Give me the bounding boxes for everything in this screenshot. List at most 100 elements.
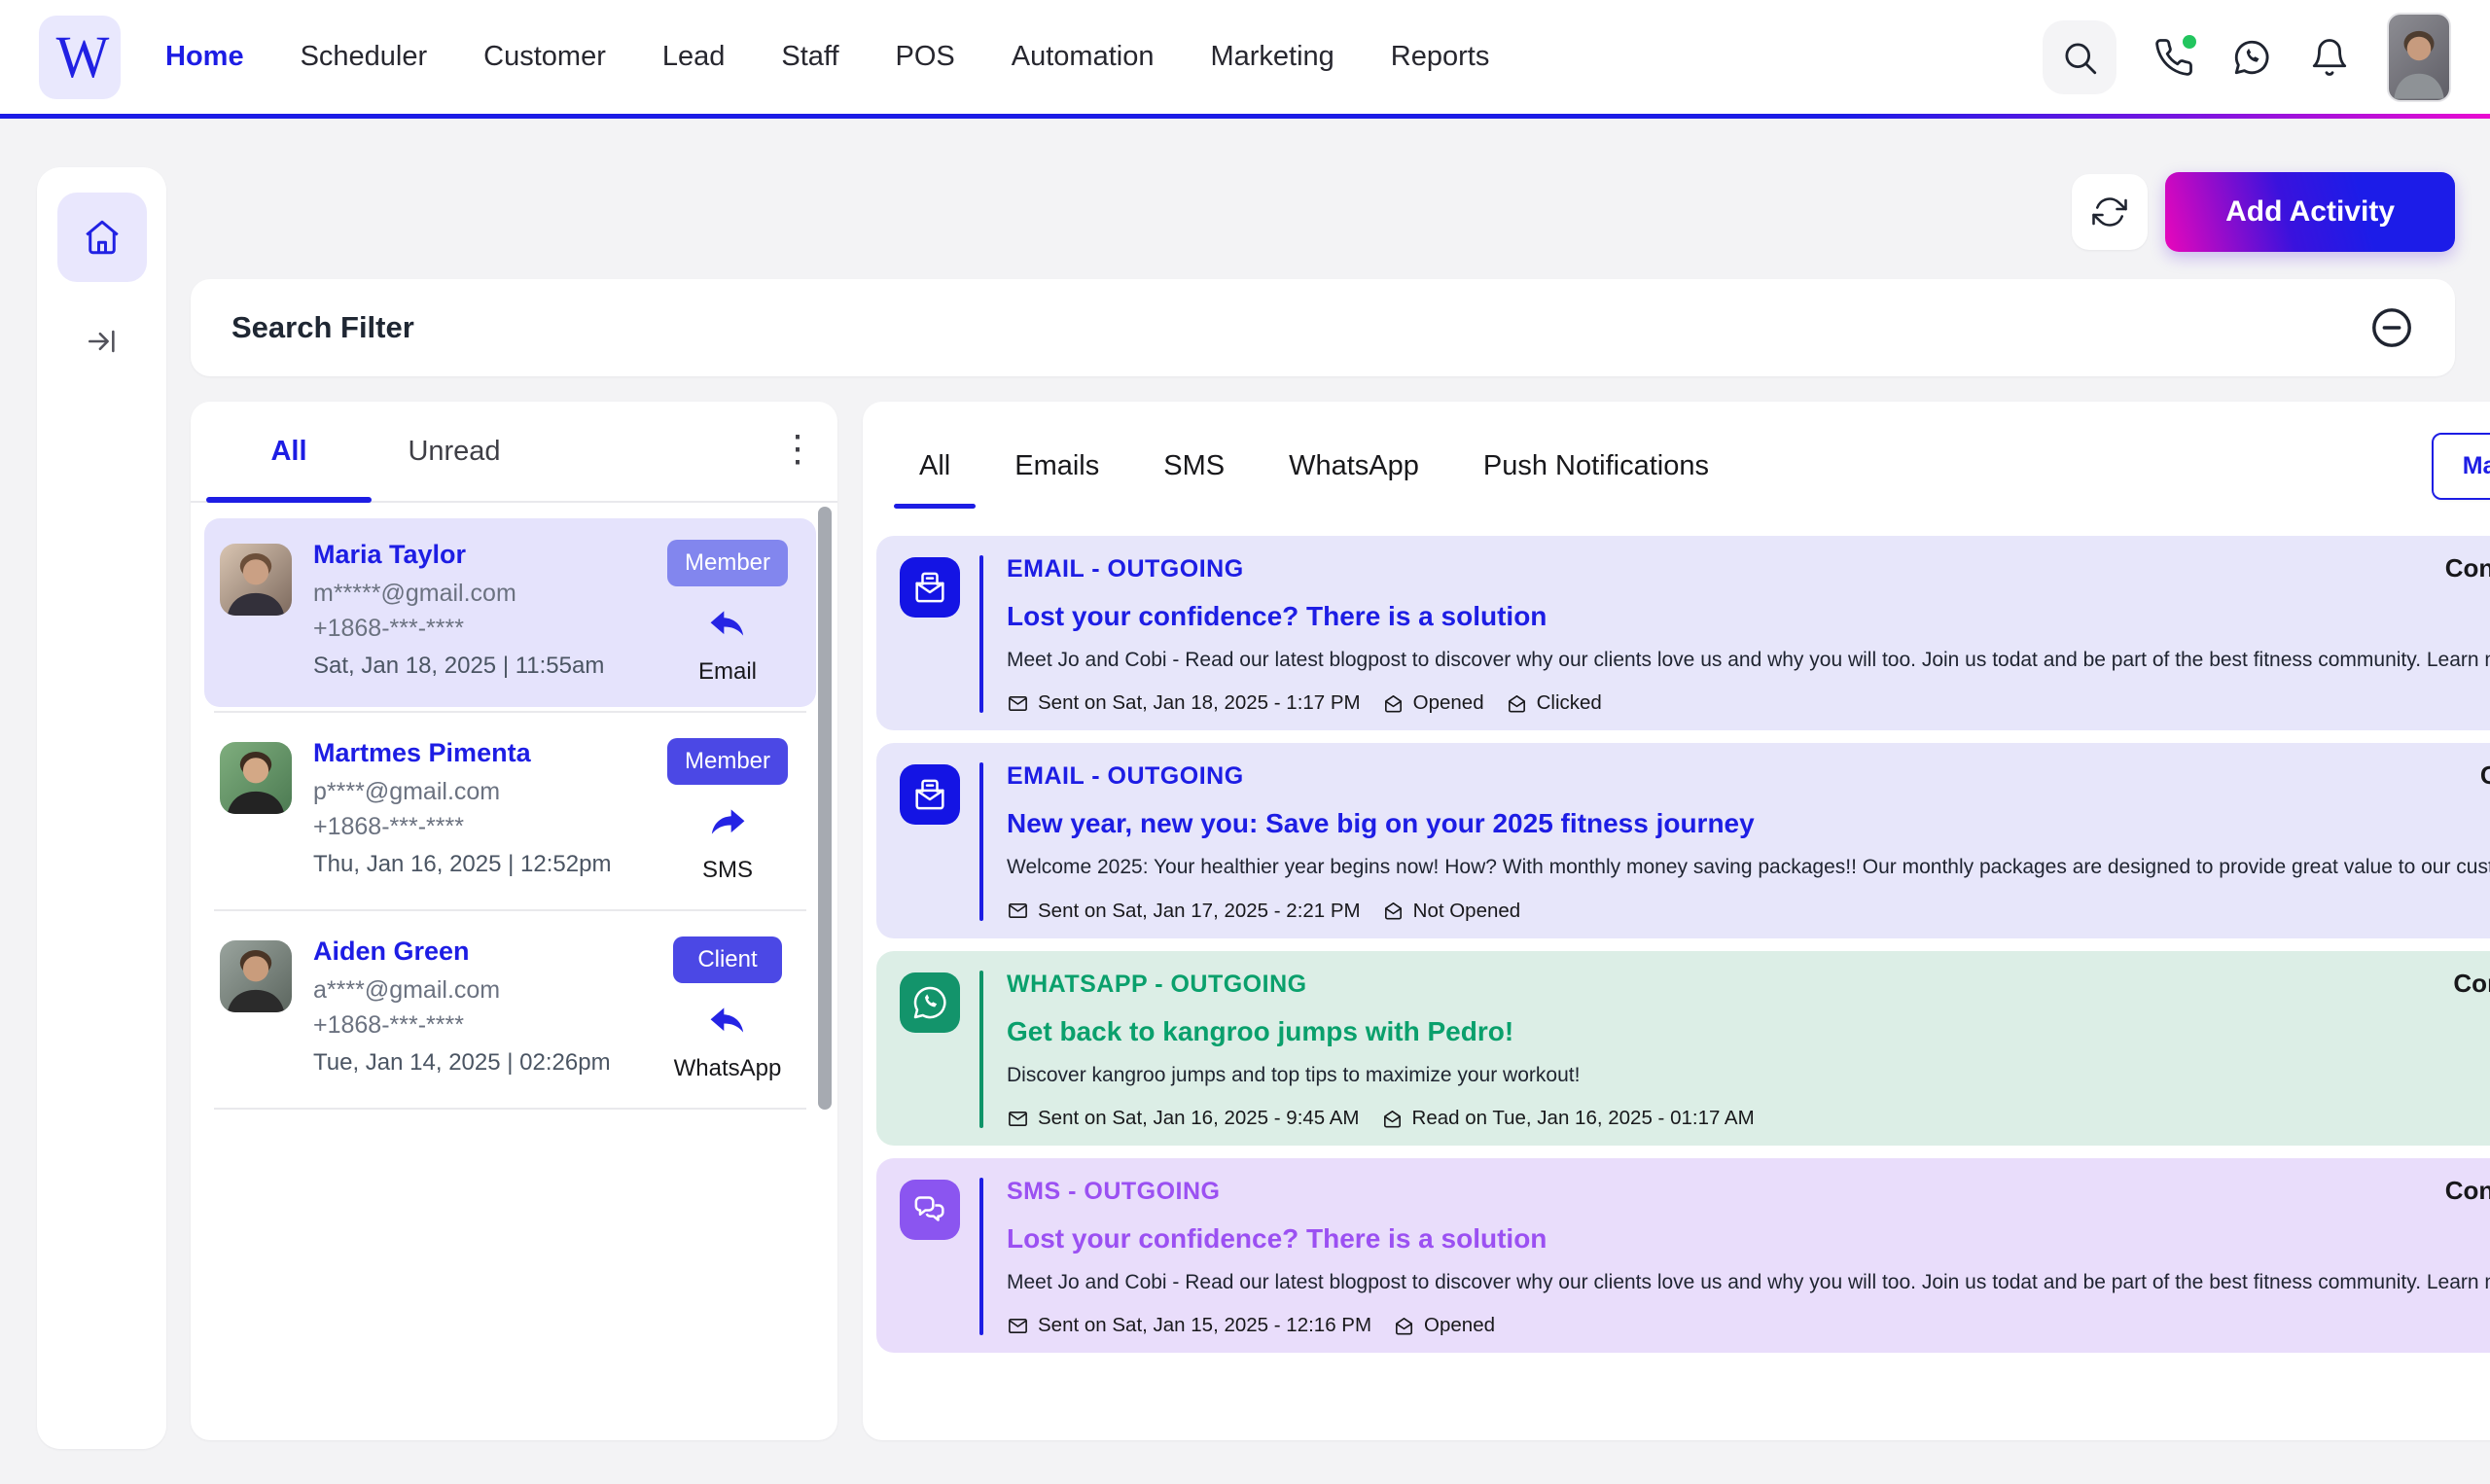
log-subject: Get back to kangroo jumps with Pedro! — [1007, 1016, 2490, 1047]
log-type-label: WHATSAPP - OUTGOING — [1007, 971, 1307, 999]
main-menu: Home Scheduler Customer Lead Staff POS A… — [165, 41, 1489, 73]
contact-type-badge: Member — [667, 540, 788, 586]
contact-divider — [214, 711, 806, 713]
log-card[interactable]: SMS - OUTGOING Contact Reason:Fitness Cl… — [876, 1158, 2490, 1353]
contact-divider — [214, 909, 806, 911]
contact-avatar — [220, 544, 292, 616]
arrow-to-line-icon — [86, 325, 119, 358]
contacts-panel: All Unread ⋮ — [191, 402, 837, 1440]
contact-channel-label: WhatsApp — [674, 1055, 782, 1082]
content-row: All Unread ⋮ — [191, 402, 2455, 1440]
refresh-icon — [2092, 194, 2127, 230]
log-tab[interactable]: Push Notifications — [1458, 402, 1734, 530]
search-icon — [2059, 37, 2100, 78]
nav-item[interactable]: Home — [165, 41, 244, 73]
channel-arrow-icon — [706, 1001, 749, 1043]
contacts-tab[interactable]: All — [206, 402, 372, 501]
contact-avatar — [220, 742, 292, 814]
channel-arrow-icon — [706, 604, 749, 647]
whatsapp-icon[interactable] — [2231, 37, 2272, 78]
nav-item[interactable]: Automation — [1012, 41, 1155, 73]
log-tab[interactable]: SMS — [1138, 402, 1250, 530]
log-status-meta: Clicked — [1506, 691, 1602, 715]
log-subject: New year, new you: Save big on your 2025… — [1007, 808, 2490, 839]
contact-last-activity-date: Tue, Jan 14, 2025 | 02:26pm — [313, 1049, 633, 1077]
nav-item[interactable]: POS — [896, 41, 955, 73]
search-filter-title: Search Filter — [231, 310, 414, 345]
log-card-list: EMAIL - OUTGOING Contact Reason:Fitness … — [863, 530, 2490, 1440]
log-type-label: SMS - OUTGOING — [1007, 1178, 1221, 1206]
log-status-meta: Not Opened — [1382, 900, 1521, 923]
refresh-button[interactable] — [2072, 174, 2148, 250]
search-filter-panel: Search Filter — [191, 279, 2455, 376]
log-card[interactable]: EMAIL - OUTGOING Contact Reason:Packages… — [876, 743, 2490, 937]
log-type-label: EMAIL - OUTGOING — [1007, 762, 1244, 791]
contact-type-badge: Client — [673, 936, 782, 983]
search-button[interactable] — [2043, 20, 2116, 94]
contact-list-item[interactable]: Aiden Green a****@gmail.com +1868-***-**… — [204, 915, 816, 1104]
contact-email: m*****@gmail.com — [313, 580, 633, 608]
nav-item[interactable]: Marketing — [1210, 41, 1334, 73]
envelope-icon — [1007, 692, 1029, 715]
log-sent-meta: Sent on Sat, Jan 16, 2025 - 9:45 AM — [1007, 1107, 1360, 1130]
top-nav: W Home Scheduler Customer Lead Staff POS… — [0, 0, 2490, 114]
collapse-filter-button[interactable] — [2369, 305, 2414, 350]
contact-channel-label: SMS — [702, 857, 753, 884]
contact-email: p****@gmail.com — [313, 778, 633, 806]
minus-circle-icon — [2369, 305, 2414, 350]
channel-arrow-icon — [706, 802, 749, 845]
log-action-button[interactable]: Marketing Log — [2432, 433, 2490, 500]
log-sent-meta: Sent on Sat, Jan 15, 2025 - 12:16 PM — [1007, 1314, 1371, 1337]
contacts-menu-kebab-icon[interactable]: ⋮ — [779, 431, 816, 468]
log-channel-icon — [900, 972, 960, 1033]
log-actions: Marketing Log Activity Log — [2432, 433, 2490, 500]
marketing-log-panel: All Emails SMS WhatsApp Push Notificatio… — [863, 402, 2490, 1440]
log-tab[interactable]: WhatsApp — [1263, 402, 1444, 530]
log-header: All Emails SMS WhatsApp Push Notificatio… — [863, 402, 2490, 530]
contact-reason-label: Contact Reason: — [2453, 969, 2490, 998]
log-body-preview: Discover kangroo jumps and top tips to m… — [1007, 1062, 2490, 1089]
rail-home-button[interactable] — [57, 193, 147, 282]
log-accent-line — [979, 555, 983, 713]
contacts-scrollbar[interactable] — [818, 507, 832, 1110]
user-avatar[interactable] — [2387, 13, 2451, 102]
contact-channel-label: Email — [698, 658, 757, 686]
log-body-preview: Meet Jo and Cobi - Read our latest blogp… — [1007, 647, 2490, 674]
log-card[interactable]: WHATSAPP - OUTGOING Contact Reason: Disco… — [876, 951, 2490, 1146]
log-channel-icon — [900, 764, 960, 825]
log-card[interactable]: EMAIL - OUTGOING Contact Reason:Fitness … — [876, 536, 2490, 730]
envelope-open-icon — [1382, 692, 1405, 715]
contact-phone: +1868-***-**** — [313, 1011, 633, 1040]
log-body-preview: Welcome 2025: Your healthier year begins… — [1007, 854, 2490, 881]
brand-logo[interactable]: W — [39, 16, 121, 99]
log-sent-meta: Sent on Sat, Jan 17, 2025 - 2:21 PM — [1007, 900, 1361, 923]
contact-reason-label: Contact Reason: — [2445, 1176, 2490, 1205]
main-content: Add Activity Search Filter All Unread ⋮ — [191, 114, 2490, 1440]
nav-item[interactable]: Customer — [483, 41, 606, 73]
bell-icon[interactable] — [2309, 37, 2350, 78]
nav-item[interactable]: Scheduler — [301, 41, 428, 73]
toolbar: Add Activity — [191, 172, 2455, 252]
left-rail — [37, 167, 166, 1449]
nav-item[interactable]: Lead — [662, 41, 726, 73]
nav-item[interactable]: Reports — [1391, 41, 1490, 73]
add-activity-button[interactable]: Add Activity — [2165, 172, 2455, 252]
contact-last-activity-date: Thu, Jan 16, 2025 | 12:52pm — [313, 851, 633, 878]
envelope-open-icon — [1381, 1108, 1404, 1130]
contact-name: Martmes Pimenta — [313, 738, 633, 768]
log-subject: Lost your confidence? There is a solutio… — [1007, 601, 2490, 632]
contact-reason-label: Contact Reason: — [2445, 553, 2490, 583]
rail-collapse-button[interactable] — [86, 325, 119, 358]
nav-item[interactable]: Staff — [781, 41, 838, 73]
log-status-meta: Opened — [1382, 691, 1484, 715]
contact-list-item[interactable]: Maria Taylor m*****@gmail.com +1868-***-… — [204, 518, 816, 707]
contact-list-item[interactable]: Martmes Pimenta p****@gmail.com +1868-**… — [204, 717, 816, 905]
log-tab[interactable]: Emails — [989, 402, 1124, 530]
log-subject: Lost your confidence? There is a solutio… — [1007, 1223, 2490, 1254]
log-status-meta: Opened — [1393, 1314, 1495, 1337]
phone-icon[interactable] — [2153, 37, 2194, 78]
contact-phone: +1868-***-**** — [313, 615, 633, 643]
log-tab[interactable]: All — [894, 402, 976, 530]
log-accent-line — [979, 762, 983, 920]
contacts-tab[interactable]: Unread — [372, 402, 537, 501]
